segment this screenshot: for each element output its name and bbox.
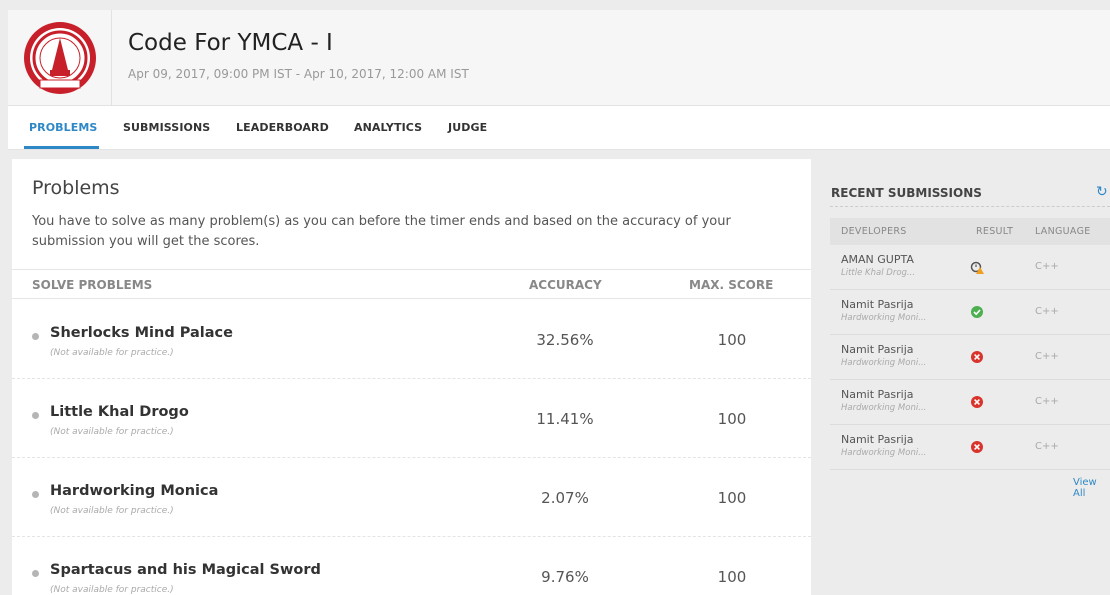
problem-max-score: 100 — [717, 568, 747, 586]
developer-name[interactable]: AMAN GUPTA — [841, 253, 914, 266]
problem-note: (Not available for practice.) — [50, 427, 174, 437]
column-header-score: MAX. SCORE — [689, 278, 774, 292]
problem-max-score: 100 — [717, 410, 747, 428]
contest-title: Code For YMCA - I — [128, 30, 333, 56]
problem-name[interactable]: Sherlocks Mind Palace — [50, 325, 233, 341]
problems-panel: Problems You have to solve as many probl… — [12, 159, 811, 595]
submission-row[interactable]: Namit Pasrija Hardworking Moni... C++ — [830, 290, 1110, 335]
sidebar-title: RECENT SUBMISSIONS — [831, 186, 982, 200]
developer-name[interactable]: Namit Pasrija — [841, 343, 914, 356]
problem-accuracy: 9.76% — [541, 568, 589, 586]
problem-max-score: 100 — [717, 331, 747, 349]
problem-max-score: 100 — [717, 489, 747, 507]
table-row[interactable]: Hardworking Monica (Not available for pr… — [12, 458, 811, 537]
problem-accuracy: 2.07% — [541, 489, 589, 507]
tab-problems[interactable]: PROBLEMS — [29, 121, 97, 134]
column-header-developers: DEVELOPERS — [841, 226, 907, 237]
bullet-icon — [32, 412, 39, 419]
university-logo — [23, 22, 96, 94]
developer-name[interactable]: Namit Pasrija — [841, 433, 914, 446]
submissions-table-header: DEVELOPERS RESULT LANGUAGE — [830, 218, 1110, 245]
submission-row[interactable]: Namit Pasrija Hardworking Moni... C++ — [830, 425, 1110, 470]
submission-row[interactable]: AMAN GUPTA Little Khal Drog... C++ — [830, 245, 1110, 290]
recent-submissions-panel: RECENT SUBMISSIONS ↻ DEVELOPERS RESULT L… — [818, 159, 1110, 595]
problem-name[interactable]: Hardworking Monica — [50, 483, 218, 499]
wrong-answer-icon — [971, 441, 983, 453]
tab-submissions[interactable]: SUBMISSIONS — [123, 121, 210, 134]
problem-name[interactable]: Spartacus and his Magical Sword — [50, 562, 321, 578]
submission-problem: Hardworking Moni... — [841, 448, 927, 458]
problem-note: (Not available for practice.) — [50, 506, 174, 516]
refresh-icon[interactable]: ↻ — [1096, 184, 1108, 200]
accepted-icon — [971, 306, 983, 318]
submission-problem: Little Khal Drog... — [841, 268, 916, 278]
submission-language: C++ — [1035, 261, 1059, 272]
developer-name[interactable]: Namit Pasrija — [841, 298, 914, 311]
submission-language: C++ — [1035, 351, 1059, 362]
problem-accuracy: 32.56% — [536, 331, 594, 349]
column-header-problem: SOLVE PROBLEMS — [32, 278, 153, 292]
submission-problem: Hardworking Moni... — [841, 403, 927, 413]
problems-table-header: SOLVE PROBLEMS ACCURACY MAX. SCORE — [12, 269, 811, 299]
tab-judge[interactable]: JUDGE — [448, 121, 487, 134]
time-limit-icon — [970, 261, 984, 274]
column-header-result: RESULT — [976, 226, 1014, 237]
view-all-link[interactable]: View All — [1073, 477, 1110, 499]
tab-bar: PROBLEMS SUBMISSIONS LEADERBOARD ANALYTI… — [8, 106, 1110, 150]
table-row[interactable]: Little Khal Drogo (Not available for pra… — [12, 379, 811, 458]
wrong-answer-icon — [971, 351, 983, 363]
contest-header: Code For YMCA - I Apr 09, 2017, 09:00 PM… — [8, 10, 1110, 106]
logo-container — [8, 10, 112, 106]
submission-language: C++ — [1035, 306, 1059, 317]
problem-name[interactable]: Little Khal Drogo — [50, 404, 189, 420]
tab-leaderboard[interactable]: LEADERBOARD — [236, 121, 329, 134]
bullet-icon — [32, 333, 39, 340]
panel-title: Problems — [32, 177, 120, 199]
column-header-language: LANGUAGE — [1035, 226, 1091, 237]
problem-note: (Not available for practice.) — [50, 585, 174, 595]
submission-language: C++ — [1035, 441, 1059, 452]
submission-problem: Hardworking Moni... — [841, 313, 927, 323]
problem-accuracy: 11.41% — [536, 410, 594, 428]
problem-note: (Not available for practice.) — [50, 348, 174, 358]
wrong-answer-icon — [971, 396, 983, 408]
submission-row[interactable]: Namit Pasrija Hardworking Moni... C++ — [830, 335, 1110, 380]
table-row[interactable]: Spartacus and his Magical Sword (Not ava… — [12, 537, 811, 595]
tab-analytics[interactable]: ANALYTICS — [354, 121, 422, 134]
submission-row[interactable]: Namit Pasrija Hardworking Moni... C++ — [830, 380, 1110, 425]
bullet-icon — [32, 491, 39, 498]
divider — [830, 206, 1110, 207]
column-header-accuracy: ACCURACY — [529, 278, 602, 292]
active-tab-indicator — [24, 146, 99, 149]
bullet-icon — [32, 570, 39, 577]
table-row[interactable]: Sherlocks Mind Palace (Not available for… — [12, 300, 811, 379]
panel-description: You have to solve as many problem(s) as … — [32, 214, 731, 249]
submission-language: C++ — [1035, 396, 1059, 407]
contest-dates: Apr 09, 2017, 09:00 PM IST - Apr 10, 201… — [128, 67, 469, 81]
developer-name[interactable]: Namit Pasrija — [841, 388, 914, 401]
submission-problem: Hardworking Moni... — [841, 358, 927, 368]
